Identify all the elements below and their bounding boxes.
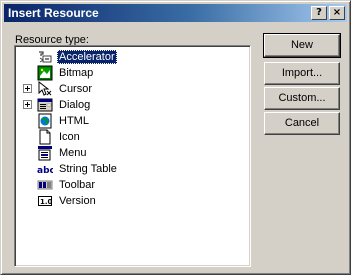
dialog-icon [37, 97, 53, 113]
tree-item-html[interactable]: HTML [17, 113, 217, 129]
tree-item-label: HTML [59, 115, 89, 127]
custom-button[interactable]: Custom... [264, 87, 340, 110]
resource-type-tree[interactable]: Accelerator Bitmap Cursor Dialog HTML Ic… [14, 45, 251, 267]
tree-item-menu[interactable]: Menu [17, 145, 217, 161]
tree-item-label: Toolbar [59, 179, 96, 191]
expand-icon[interactable] [23, 84, 32, 93]
bitmap-icon [37, 65, 53, 81]
version-icon: 1.0 [37, 193, 53, 209]
tree-item-label: Accelerator [57, 50, 117, 64]
tree-item-label: Bitmap [59, 67, 94, 79]
insert-resource-dialog: Insert Resource ? × Resource type: Accel… [0, 0, 351, 275]
close-button[interactable]: × [329, 6, 345, 20]
new-button[interactable]: New [263, 33, 341, 58]
title-bar[interactable]: Insert Resource ? × [4, 4, 347, 22]
svg-text:1.0: 1.0 [40, 198, 53, 206]
tree-item-dialog[interactable]: Dialog [17, 97, 217, 113]
tree-item-bitmap[interactable]: Bitmap [17, 65, 217, 81]
tree-item-cursor[interactable]: Cursor [17, 80, 217, 97]
tree-item-label: Menu [59, 147, 87, 159]
tree-item-accelerator[interactable]: Accelerator [17, 49, 217, 65]
tree-item-label: Cursor [59, 83, 93, 95]
tree-item-toolbar[interactable]: Toolbar [17, 177, 217, 193]
accelerator-icon [37, 49, 53, 65]
tree-item-label: Dialog [59, 99, 91, 111]
string-table-icon: abc [37, 161, 55, 177]
icon-resource-icon [37, 129, 53, 145]
expand-icon[interactable] [23, 100, 32, 109]
cancel-button[interactable]: Cancel [264, 112, 340, 135]
html-icon [37, 113, 53, 129]
cursor-icon [37, 80, 53, 97]
tree-item-label: Version [59, 195, 96, 207]
svg-text:abc: abc [37, 166, 53, 176]
import-button[interactable]: Import... [264, 62, 340, 85]
toolbar-icon [37, 177, 53, 193]
menu-icon [37, 145, 53, 161]
tree-item-version[interactable]: 1.0 Version [17, 193, 217, 209]
tree-item-label: String Table [59, 163, 117, 175]
tree-item-string-table[interactable]: abc String Table [17, 161, 217, 177]
help-button[interactable]: ? [311, 6, 327, 20]
tree-item-label: Icon [59, 131, 80, 143]
tree-item-icon[interactable]: Icon [17, 129, 217, 145]
dialog-title: Insert Resource [8, 6, 99, 20]
